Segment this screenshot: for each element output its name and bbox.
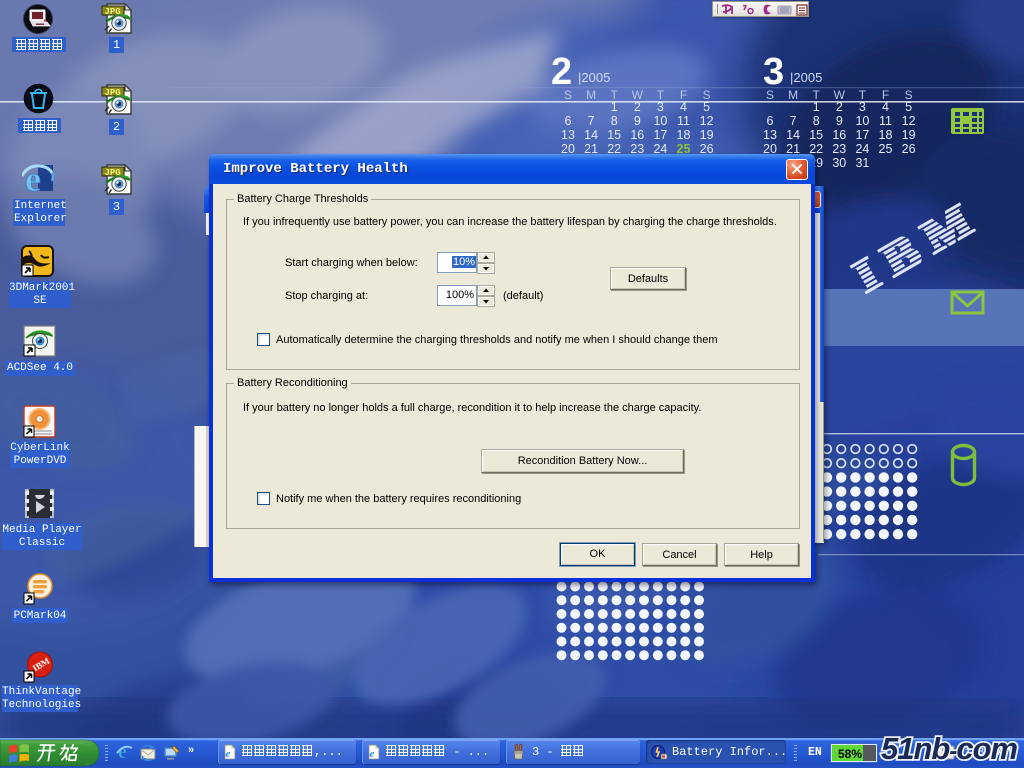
svg-text:26: 26 bbox=[902, 142, 916, 156]
svg-text:9: 9 bbox=[836, 114, 843, 128]
svg-text:»: » bbox=[188, 744, 194, 756]
svg-text:17: 17 bbox=[855, 128, 869, 142]
svg-text:13: 13 bbox=[763, 128, 777, 142]
svg-text:6: 6 bbox=[767, 114, 774, 128]
svg-text:|2005: |2005 bbox=[578, 70, 610, 85]
svg-text:14: 14 bbox=[786, 128, 800, 142]
svg-text:24: 24 bbox=[855, 142, 869, 156]
svg-text:5: 5 bbox=[703, 100, 710, 114]
svg-text:15: 15 bbox=[607, 128, 621, 142]
svg-text:25: 25 bbox=[879, 142, 893, 156]
svg-text:8: 8 bbox=[813, 114, 820, 128]
svg-text:12: 12 bbox=[902, 114, 916, 128]
svg-text:6: 6 bbox=[565, 114, 572, 128]
svg-text:17: 17 bbox=[653, 128, 667, 142]
svg-text:7: 7 bbox=[790, 114, 797, 128]
svg-text:8: 8 bbox=[611, 114, 618, 128]
svg-text:11: 11 bbox=[879, 114, 892, 128]
svg-text:S: S bbox=[766, 88, 774, 102]
svg-text:e: e bbox=[370, 748, 375, 760]
svg-text:18: 18 bbox=[677, 128, 691, 142]
svg-text:13: 13 bbox=[561, 128, 575, 142]
svg-text:10: 10 bbox=[855, 114, 869, 128]
svg-text:1: 1 bbox=[813, 100, 820, 114]
svg-text:14: 14 bbox=[584, 128, 598, 142]
svg-text:19: 19 bbox=[700, 128, 714, 142]
svg-text:23: 23 bbox=[832, 142, 846, 156]
svg-text:S: S bbox=[564, 88, 572, 102]
svg-text:19: 19 bbox=[902, 128, 916, 142]
svg-text:2: 2 bbox=[551, 51, 572, 93]
svg-text:30: 30 bbox=[832, 156, 846, 170]
svg-text:9: 9 bbox=[634, 114, 641, 128]
svg-text:7: 7 bbox=[588, 114, 595, 128]
svg-text:16: 16 bbox=[832, 128, 846, 142]
svg-text:3: 3 bbox=[657, 100, 664, 114]
svg-text:M: M bbox=[788, 88, 798, 102]
svg-text:1: 1 bbox=[611, 100, 618, 114]
svg-text:2: 2 bbox=[836, 100, 843, 114]
svg-text:18: 18 bbox=[879, 128, 893, 142]
svg-text:e: e bbox=[226, 748, 231, 760]
svg-text:15: 15 bbox=[809, 128, 823, 142]
svg-text:|2005: |2005 bbox=[790, 70, 822, 85]
svg-text:M: M bbox=[586, 88, 596, 102]
svg-text:e: e bbox=[118, 741, 127, 763]
svg-text:4: 4 bbox=[680, 100, 687, 114]
svg-text:10: 10 bbox=[653, 114, 667, 128]
svg-text:11: 11 bbox=[677, 114, 690, 128]
svg-text:31: 31 bbox=[855, 156, 869, 170]
svg-text:16: 16 bbox=[630, 128, 644, 142]
svg-text:2: 2 bbox=[634, 100, 641, 114]
svg-text:3: 3 bbox=[763, 51, 784, 93]
svg-text:12: 12 bbox=[700, 114, 714, 128]
svg-text:3: 3 bbox=[859, 100, 866, 114]
svg-text:5: 5 bbox=[905, 100, 912, 114]
svg-text:4: 4 bbox=[882, 100, 889, 114]
